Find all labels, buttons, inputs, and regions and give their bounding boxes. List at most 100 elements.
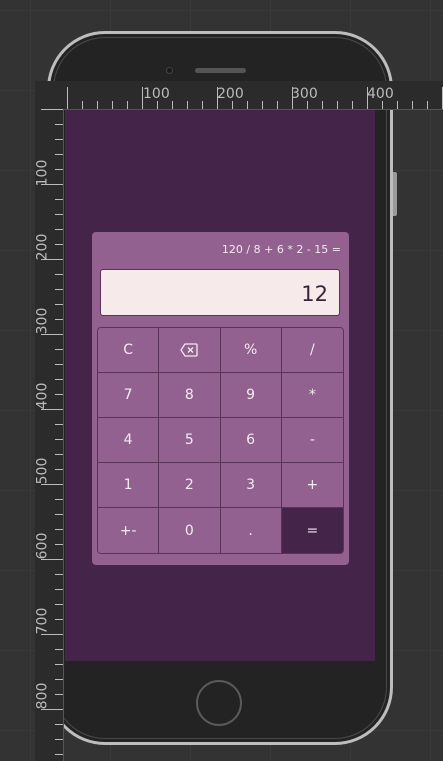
ruler-tick: [352, 101, 353, 109]
ruler-tick: [427, 101, 428, 109]
key-label: 7: [123, 387, 133, 403]
negate-button[interactable]: +-: [98, 508, 160, 553]
horizontal-ruler[interactable]: 100 200 300 400: [35, 81, 443, 110]
ruler-tick: [97, 101, 98, 109]
key-label: /: [310, 342, 315, 358]
key-label: C: [123, 342, 134, 358]
vertical-ruler[interactable]: 100 200 300 400 500 600 700 800: [34, 109, 64, 761]
ruler-tick: [367, 87, 368, 109]
digit-8-button[interactable]: 8: [159, 373, 221, 418]
digit-9-button[interactable]: 9: [220, 373, 282, 418]
ruler-tick: [55, 319, 63, 320]
digit-0-button[interactable]: 0: [159, 508, 221, 553]
ruler-tick: [202, 101, 203, 109]
ruler-tick: [397, 101, 398, 109]
ruler-tick: [55, 679, 63, 680]
ruler-tick: [55, 499, 63, 500]
digit-2-button[interactable]: 2: [159, 463, 221, 508]
ruler-tick: [41, 409, 63, 410]
digit-1-button[interactable]: 1: [98, 463, 160, 508]
ruler-tick: [41, 484, 63, 485]
ruler-tick: [172, 101, 173, 109]
ruler-tick: [67, 87, 68, 109]
ruler-tick: [55, 529, 63, 530]
ruler-label: 400: [34, 382, 51, 410]
ruler-label: 100: [34, 159, 51, 187]
subtract-button[interactable]: -: [281, 418, 343, 463]
result-value: 12: [301, 282, 328, 306]
ruler-tick: [55, 169, 63, 170]
ruler-tick: [55, 649, 63, 650]
ruler-tick: [55, 349, 63, 350]
percent-button[interactable]: %: [220, 328, 282, 373]
digit-4-button[interactable]: 4: [98, 418, 160, 463]
digit-3-button[interactable]: 3: [220, 463, 282, 508]
ruler-tick: [41, 709, 63, 710]
ruler-tick: [55, 304, 63, 305]
ruler-label: 300: [34, 307, 51, 335]
ruler-tick: [247, 101, 248, 109]
ruler-tick: [55, 154, 63, 155]
ruler-tick: [55, 664, 63, 665]
ruler-tick: [337, 101, 338, 109]
add-button[interactable]: +: [281, 463, 343, 508]
ruler-tick: [55, 139, 63, 140]
key-label: 1: [123, 477, 133, 493]
ruler-tick: [55, 274, 63, 275]
ruler-tick: [55, 574, 63, 575]
divide-button[interactable]: /: [281, 328, 343, 373]
backspace-button[interactable]: [159, 328, 221, 373]
ruler-tick: [41, 334, 63, 335]
key-label: 6: [246, 432, 256, 448]
key-label: 3: [246, 477, 256, 493]
ruler-tick: [55, 424, 63, 425]
ruler-tick: [41, 259, 63, 260]
key-label: 0: [184, 522, 194, 539]
digit-6-button[interactable]: 6: [220, 418, 282, 463]
multiply-button[interactable]: *: [281, 373, 343, 418]
ruler-tick: [322, 101, 323, 109]
equals-button[interactable]: =: [281, 508, 343, 553]
ruler-tick: [307, 101, 308, 109]
key-label: 8: [184, 387, 194, 403]
ruler-tick: [55, 619, 63, 620]
digit-7-button[interactable]: 7: [98, 373, 160, 418]
ruler-label: 100: [143, 86, 170, 102]
ruler-label: 200: [217, 86, 244, 102]
ruler-tick: [55, 199, 63, 200]
ruler-tick: [412, 101, 413, 109]
ruler-tick: [41, 109, 63, 110]
ruler-tick: [55, 724, 63, 725]
ruler-corner: [35, 81, 63, 109]
ruler-tick: [55, 229, 63, 230]
ruler-label: 300: [291, 86, 318, 102]
ruler-tick: [55, 364, 63, 365]
key-label: =: [306, 522, 319, 539]
key-label: 2: [184, 477, 194, 493]
decimal-button[interactable]: .: [220, 508, 282, 553]
ruler-tick: [127, 101, 128, 109]
front-camera: [166, 67, 173, 74]
key-label: .: [248, 522, 253, 539]
ruler-tick: [55, 124, 63, 125]
ruler-tick: [292, 87, 293, 109]
ruler-tick: [55, 544, 63, 545]
key-label: %: [243, 342, 258, 358]
ruler-tick: [55, 214, 63, 215]
ruler-tick: [187, 101, 188, 109]
ruler-tick: [277, 101, 278, 109]
ruler-tick: [55, 454, 63, 455]
ruler-tick: [55, 394, 63, 395]
ruler-label: 500: [34, 457, 51, 485]
key-label: 5: [184, 432, 194, 448]
ruler-tick: [55, 439, 63, 440]
home-button[interactable]: [196, 680, 242, 726]
ruler-tick: [232, 101, 233, 109]
ruler-tick: [55, 514, 63, 515]
digit-5-button[interactable]: 5: [159, 418, 221, 463]
ruler-tick: [55, 379, 63, 380]
clear-button[interactable]: C: [98, 328, 160, 373]
ruler-tick: [55, 244, 63, 245]
ruler-label: 200: [34, 233, 51, 261]
ruler-tick: [55, 739, 63, 740]
